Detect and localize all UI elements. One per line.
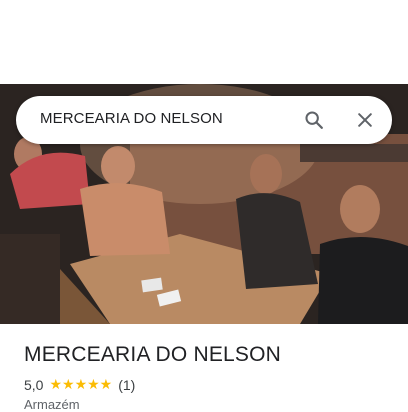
review-count[interactable]: (1) xyxy=(118,377,135,393)
star-icon: ★★★★★ xyxy=(49,376,113,392)
rating-row[interactable]: 5,0 ★★★★★ (1) xyxy=(24,376,135,393)
search-icon[interactable] xyxy=(300,106,328,134)
search-bar[interactable]: MERCEARIA DO NELSON xyxy=(16,96,392,144)
search-query-text[interactable]: MERCEARIA DO NELSON xyxy=(40,110,223,127)
close-icon[interactable] xyxy=(351,106,379,134)
rating-value: 5,0 xyxy=(24,376,44,393)
place-category: Armazém xyxy=(24,397,80,412)
place-title: MERCEARIA DO NELSON xyxy=(24,343,282,366)
top-blank-area xyxy=(0,0,408,84)
